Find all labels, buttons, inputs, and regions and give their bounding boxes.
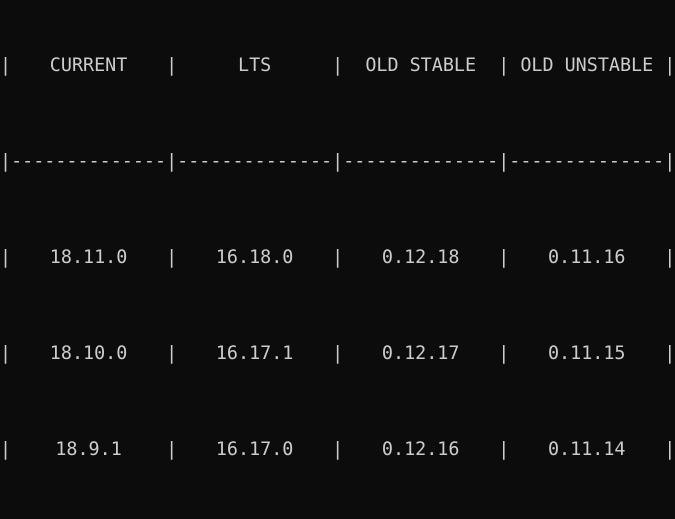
column-separator-pipe: | xyxy=(332,55,344,76)
column-separator-pipe: | xyxy=(664,439,675,460)
column-separator-pipe: | xyxy=(498,343,510,364)
cell-lts: 16.17.1 xyxy=(215,343,294,364)
column-separator-pipe: | xyxy=(332,151,344,172)
cell-old-unstable: -------------- xyxy=(509,151,665,172)
cell-old-stable: -------------- xyxy=(343,151,499,172)
cell-current: 18.11.0 xyxy=(49,247,128,268)
cell-old-stable: OLD STABLE xyxy=(365,55,477,76)
column-separator-pipe: | xyxy=(166,439,178,460)
column-separator-pipe: | xyxy=(664,55,675,76)
cell-current: -------------- xyxy=(11,151,167,172)
column-separator-pipe: | xyxy=(498,151,510,172)
column-separator-pipe: | xyxy=(332,343,344,364)
column-separator-pipe: | xyxy=(332,247,344,268)
cell-old-stable: 0.12.16 xyxy=(381,439,460,460)
column-separator-pipe: | xyxy=(166,55,178,76)
table-row: | 18.9.1 | 16.17.0 | 0.12.16 | 0.11.14 | xyxy=(0,438,675,462)
column-separator-pipe: | xyxy=(166,247,178,268)
table-separator-row: | -------------- | -------------- | ----… xyxy=(0,150,675,174)
column-separator-pipe: | xyxy=(664,151,675,172)
column-separator-pipe: | xyxy=(664,343,675,364)
column-separator-pipe: | xyxy=(0,439,12,460)
cell-old-stable: 0.12.17 xyxy=(381,343,460,364)
cell-lts: 16.17.0 xyxy=(215,439,294,460)
version-table: | CURRENT | LTS | OLD STABLE | OLD UNSTA… xyxy=(0,6,675,519)
cell-old-unstable: 0.11.16 xyxy=(547,247,626,268)
column-separator-pipe: | xyxy=(498,247,510,268)
cell-old-unstable: 0.11.15 xyxy=(547,343,626,364)
column-separator-pipe: | xyxy=(0,247,12,268)
cell-current: CURRENT xyxy=(49,55,128,76)
cell-old-unstable: 0.11.14 xyxy=(547,439,626,460)
column-separator-pipe: | xyxy=(166,151,178,172)
cell-lts: 16.18.0 xyxy=(215,247,294,268)
cell-lts: -------------- xyxy=(177,151,333,172)
table-header-row: | CURRENT | LTS | OLD STABLE | OLD UNSTA… xyxy=(0,54,675,78)
column-separator-pipe: | xyxy=(0,343,12,364)
column-separator-pipe: | xyxy=(498,439,510,460)
terminal-window[interactable]: | CURRENT | LTS | OLD STABLE | OLD UNSTA… xyxy=(0,0,675,519)
cell-lts: LTS xyxy=(238,55,272,76)
column-separator-pipe: | xyxy=(0,151,12,172)
column-separator-pipe: | xyxy=(166,343,178,364)
column-separator-pipe: | xyxy=(664,247,675,268)
cell-old-stable: 0.12.18 xyxy=(381,247,460,268)
column-separator-pipe: | xyxy=(0,55,12,76)
table-row: | 18.11.0 | 16.18.0 | 0.12.18 | 0.11.16 … xyxy=(0,246,675,270)
column-separator-pipe: | xyxy=(498,55,510,76)
cell-old-unstable: OLD UNSTABLE xyxy=(520,55,654,76)
table-row: | 18.10.0 | 16.17.1 | 0.12.17 | 0.11.15 … xyxy=(0,342,675,366)
cell-current: 18.9.1 xyxy=(55,439,122,460)
column-separator-pipe: | xyxy=(332,439,344,460)
cell-current: 18.10.0 xyxy=(49,343,128,364)
